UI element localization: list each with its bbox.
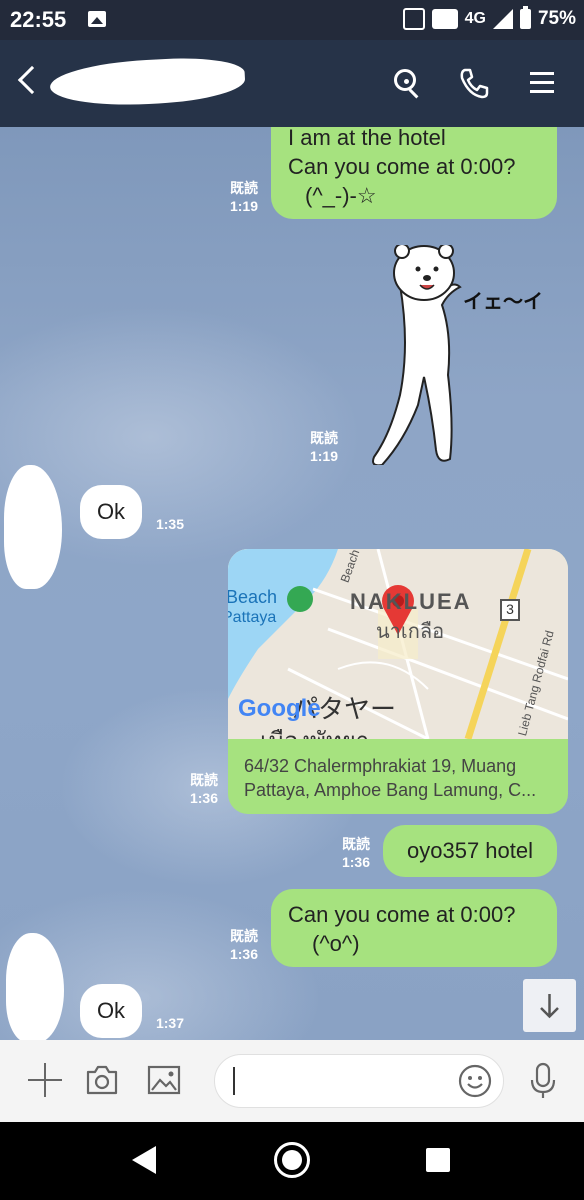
nav-recents-icon[interactable] bbox=[426, 1148, 450, 1172]
chat-area[interactable]: 既読 1:19 I am at the hotel Can you come a… bbox=[0, 127, 584, 1040]
notification-icon bbox=[431, 9, 458, 29]
message-meta: 既読 1:36 bbox=[184, 771, 224, 807]
map-thumbnail[interactable]: Beach Pattaya Beach NAKLUEA นาเกลือ 3 Li… bbox=[228, 549, 568, 739]
sticker-caption: イェ～イ bbox=[463, 291, 543, 313]
plus-icon[interactable] bbox=[28, 1063, 62, 1097]
text-cursor bbox=[233, 1067, 235, 1095]
map-label-pattaya: Pattaya bbox=[228, 609, 277, 626]
message-meta: 1:35 bbox=[152, 515, 188, 533]
vibrate-icon bbox=[402, 8, 425, 30]
location-address: 64/32 Chalermphrakiat 19, Muang Pattaya,… bbox=[244, 754, 554, 802]
mic-icon[interactable] bbox=[528, 1062, 558, 1100]
map-label-beach: Beach bbox=[228, 587, 278, 607]
message-line: Can you come at 0:00? bbox=[288, 154, 516, 179]
google-logo: Google bbox=[238, 695, 321, 722]
message-time: 1:37 bbox=[155, 1015, 185, 1031]
read-receipt: 既読 bbox=[190, 772, 218, 788]
battery-icon bbox=[519, 6, 531, 29]
nav-back-icon[interactable] bbox=[132, 1146, 156, 1174]
incoming-message-bubble[interactable]: Ok bbox=[80, 485, 142, 539]
status-time: 22:55 bbox=[10, 7, 67, 32]
location-message-card[interactable]: Beach Pattaya Beach NAKLUEA นาเกลือ 3 Li… bbox=[228, 549, 568, 814]
map-label-pattaya-thai: เมืองพัทยา bbox=[260, 721, 369, 739]
arrow-down-icon bbox=[540, 994, 559, 1019]
image-icon[interactable] bbox=[147, 1064, 181, 1096]
message-meta: 既読 1:19 bbox=[224, 179, 264, 215]
gallery-notification-icon bbox=[88, 11, 106, 27]
phone-icon[interactable] bbox=[457, 66, 491, 100]
map-label-naklua-thai: นาเกลือ bbox=[376, 621, 445, 643]
emoji-icon[interactable] bbox=[457, 1063, 493, 1099]
outgoing-message-bubble[interactable]: Can you come at 0:00? (^o^) bbox=[271, 889, 557, 967]
battery-percent: 75% bbox=[537, 8, 576, 29]
outgoing-message-bubble[interactable]: oyo357 hotel bbox=[383, 825, 557, 877]
read-receipt: 既読 bbox=[342, 836, 370, 852]
scroll-to-bottom-button[interactable] bbox=[523, 979, 576, 1032]
message-line: I am at the hotel bbox=[288, 127, 446, 150]
status-bar: 22:55 4G 75% bbox=[0, 0, 584, 40]
message-meta: 既読 1:19 bbox=[304, 429, 344, 465]
message-input-bar bbox=[0, 1040, 584, 1122]
read-receipt: 既読 bbox=[310, 430, 338, 446]
incoming-message-bubble[interactable]: Ok bbox=[80, 984, 142, 1038]
message-meta: 1:37 bbox=[152, 1014, 188, 1032]
message-time: 1:36 bbox=[229, 946, 259, 962]
contact-name-redacted bbox=[48, 54, 247, 110]
outgoing-message-bubble[interactable]: I am at the hotel Can you come at 0:00? … bbox=[271, 127, 557, 219]
message-text: Ok bbox=[96, 499, 126, 524]
address-line: Pattaya, Amphoe Bang Lamung, C... bbox=[244, 780, 537, 800]
message-time: 1:19 bbox=[309, 448, 339, 464]
message-meta: 既読 1:36 bbox=[336, 835, 376, 871]
map-route-shield: 3 bbox=[500, 599, 520, 621]
message-time: 1:19 bbox=[229, 198, 259, 214]
sticker-image[interactable]: イェ～イ bbox=[360, 243, 560, 467]
read-receipt: 既読 bbox=[230, 928, 258, 944]
menu-icon[interactable] bbox=[527, 66, 561, 100]
signal-icon bbox=[492, 9, 513, 29]
address-line: 64/32 Chalermphrakiat 19, Muang bbox=[244, 756, 517, 776]
system-nav-bar bbox=[0, 1122, 584, 1200]
message-text: Ok bbox=[96, 998, 126, 1023]
message-text: oyo357 hotel bbox=[407, 838, 533, 863]
camera-icon[interactable] bbox=[85, 1064, 119, 1096]
map-label-naklua: NAKLUEA bbox=[350, 589, 472, 614]
message-time: 1:36 bbox=[341, 854, 371, 870]
message-time: 1:35 bbox=[155, 516, 185, 532]
network-type: 4G bbox=[464, 10, 486, 27]
message-meta: 既読 1:36 bbox=[224, 927, 264, 963]
message-line: Can you come at 0:00? bbox=[288, 902, 516, 927]
search-icon[interactable] bbox=[390, 66, 424, 100]
message-time: 1:36 bbox=[189, 790, 219, 806]
message-line: (^_-)-☆ bbox=[305, 183, 377, 208]
avatar-redacted[interactable] bbox=[4, 465, 62, 589]
chevron-left-icon[interactable] bbox=[17, 65, 47, 95]
message-line: (^o^) bbox=[312, 931, 360, 956]
nav-home-icon[interactable] bbox=[274, 1142, 310, 1178]
read-receipt: 既読 bbox=[230, 180, 258, 196]
chat-header bbox=[0, 40, 584, 127]
